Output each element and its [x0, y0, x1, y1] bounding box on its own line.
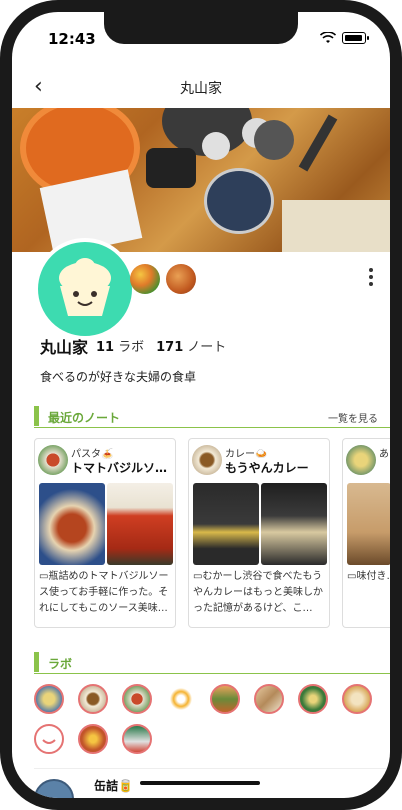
- note-category: カレー🍛: [225, 449, 268, 460]
- cover-cup-2: [202, 132, 230, 160]
- more-menu-button[interactable]: [368, 268, 374, 288]
- lab-icon[interactable]: [122, 724, 152, 754]
- battery-icon: [342, 32, 369, 44]
- cover-books-right: [282, 200, 390, 252]
- note-image: [39, 483, 105, 565]
- bottom-lab-avatar: [34, 779, 74, 798]
- note-excerpt: ▭瓶詰めのトマトバジルソース使ってお手軽に作った。それにしてもこのソース美味…: [39, 569, 173, 617]
- lab-avatar-fruit[interactable]: [130, 264, 160, 294]
- note-image: [347, 483, 390, 565]
- page-title: 丸山家: [180, 81, 222, 97]
- note-card[interactable]: パスタ🍝 トマトバジルソ… ▭瓶詰めのトマトバジルソース使ってお手軽に作った。そ…: [34, 438, 176, 628]
- device-frame: 12:43 ‹ 丸山家 丸山家 11 ラボ 171 ノート 食べるのが好きな夫婦…: [0, 0, 402, 810]
- lab-icon[interactable]: [78, 684, 108, 714]
- bottom-lab-label: 缶詰🥫: [94, 779, 133, 793]
- labs-section-label: ラボ: [48, 657, 73, 671]
- notch: [104, 12, 298, 44]
- navigation-bar: ‹ 丸山家: [12, 66, 390, 106]
- lab-icon[interactable]: [34, 724, 64, 754]
- profile-name: 丸山家: [40, 338, 89, 357]
- smile-icon: [42, 739, 56, 744]
- note-excerpt: ▭味付き…飯に合うネーズと…: [347, 569, 390, 585]
- labs-count: 11: [96, 340, 115, 355]
- lab-avatar-dish[interactable]: [166, 264, 196, 294]
- note-category: あ: [379, 449, 389, 460]
- lab-icon[interactable]: [254, 684, 284, 714]
- labs-label[interactable]: ラボ: [118, 336, 144, 355]
- note-image: [261, 483, 327, 565]
- lab-icon[interactable]: [34, 684, 64, 714]
- note-category-icon: [38, 445, 68, 475]
- note-category-icon: [192, 445, 222, 475]
- section-accent: [34, 652, 39, 672]
- status-time: 12:43: [48, 30, 96, 48]
- note-title: トマトバジルソ…: [71, 461, 168, 475]
- cover-knife: [298, 114, 338, 172]
- see-all-link[interactable]: 一覧を見る: [328, 410, 378, 425]
- note-image: [193, 483, 259, 565]
- cupcake-icon: [59, 258, 111, 316]
- note-excerpt-text: 味付き…飯に合うネーズと…: [356, 571, 390, 582]
- cover-plate: [204, 168, 274, 234]
- note-excerpt-text: 瓶詰めのトマトバジルソース使ってお手軽に作った。それにしてもこのソース美味…: [39, 571, 169, 614]
- note-image: [107, 483, 173, 565]
- labs-header: ラボ: [34, 652, 390, 674]
- note-category: パスタ🍝: [71, 449, 114, 460]
- cover-image: [12, 108, 390, 252]
- home-indicator[interactable]: [140, 781, 260, 785]
- note-excerpt-text: むかーし渋谷で食べたもうやんカレーはもっと美味しかった記憶があるけど、こ…: [193, 571, 323, 614]
- lab-icon[interactable]: [298, 684, 328, 714]
- note-excerpt: ▭むかーし渋谷で食べたもうやんカレーはもっと美味しかった記憶があるけど、こ…: [193, 569, 327, 617]
- profile-stats: 11 ラボ 171 ノート: [96, 336, 226, 355]
- lab-icon[interactable]: [122, 684, 152, 714]
- notes-label[interactable]: ノート: [187, 336, 226, 355]
- section-accent: [34, 406, 39, 426]
- note-title: もうやんカレー: [225, 461, 309, 475]
- recent-notes-label: 最近のノート: [48, 411, 121, 425]
- volume-up-button: [0, 156, 2, 206]
- profile-bio: 食べるのが好きな夫婦の食卓: [40, 370, 197, 384]
- lab-icon[interactable]: [210, 684, 240, 714]
- wifi-icon: [320, 32, 336, 43]
- lab-icon[interactable]: [166, 684, 196, 714]
- recent-notes-header: 最近のノート 一覧を見る: [34, 406, 390, 428]
- cover-mug: [254, 120, 294, 160]
- note-card[interactable]: カレー🍛 もうやんカレー ▭むかーし渋谷で食べたもうやんカレーはもっと美味しかっ…: [188, 438, 330, 628]
- lab-icon[interactable]: [78, 724, 108, 754]
- silent-switch: [0, 104, 2, 130]
- cover-dish: [146, 148, 196, 188]
- screen: 12:43 ‹ 丸山家 丸山家 11 ラボ 171 ノート 食べるのが好きな夫婦…: [12, 12, 390, 798]
- note-category-icon: [346, 445, 376, 475]
- note-card[interactable]: あ ▭味付き…飯に合うネーズと…: [342, 438, 390, 628]
- volume-down-button: [0, 216, 2, 266]
- status-icons: [320, 32, 369, 44]
- profile-avatar[interactable]: [34, 238, 136, 340]
- lab-icon[interactable]: [342, 684, 372, 714]
- notes-count: 171: [156, 340, 184, 355]
